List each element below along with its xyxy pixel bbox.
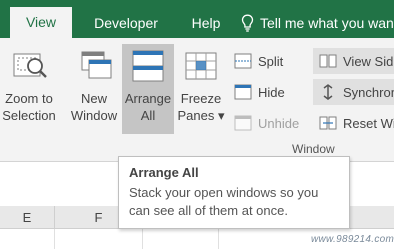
new-window-label-2: Window	[70, 108, 118, 123]
view-side-by-side-label: View Sid	[343, 53, 394, 69]
hide-window-icon	[234, 84, 252, 100]
tab-help[interactable]: Help	[180, 8, 232, 38]
zoom-label-1: Zoom to	[5, 91, 53, 106]
tab-view[interactable]: View	[10, 7, 72, 38]
new-window-label-1: New	[80, 91, 107, 106]
arrange-all-icon	[132, 50, 164, 82]
freeze-panes-label-2: Panes ▾	[177, 108, 225, 123]
unhide-window-icon	[234, 115, 252, 131]
ribbon-view: Zoom to Selection New Window Arrange All	[0, 38, 394, 162]
freeze-panes-label-1: Freeze	[180, 91, 222, 106]
arrange-all-label-2: All	[140, 108, 156, 123]
tell-me-search[interactable]: Tell me what you wan	[241, 8, 394, 38]
grid-cell[interactable]	[55, 229, 143, 249]
arrange-all-label-1: Arrange	[124, 91, 172, 106]
synchronous-scroll-icon	[323, 84, 333, 100]
watermark: www.989214.com	[311, 234, 394, 245]
grid-cell[interactable]	[0, 229, 55, 249]
freeze-panes-button[interactable]: Freeze Panes ▾	[176, 44, 226, 134]
window-group-label: Window	[292, 142, 335, 156]
hide-button[interactable]: Hide	[234, 79, 285, 105]
new-window-icon	[81, 51, 112, 79]
side-by-side-icon	[319, 54, 337, 68]
tell-me-text: Tell me what you wan	[260, 15, 394, 31]
split-label: Split	[258, 53, 284, 69]
ribbon-tab-bar: View Developer Help Tell me what you wan	[0, 0, 394, 38]
synchronous-scrolling-button[interactable]: Synchrono	[313, 79, 394, 105]
lightbulb-icon	[241, 14, 254, 32]
synchronous-label: Synchrono	[343, 84, 394, 100]
tab-developer[interactable]: Developer	[80, 8, 172, 38]
zoom-to-selection-button[interactable]: Zoom to Selection	[0, 44, 58, 134]
view-side-by-side-button[interactable]: View Sid	[313, 48, 394, 74]
reset-window-position-button[interactable]: Reset Wi	[313, 110, 394, 136]
unhide-label: Unhide	[258, 115, 300, 131]
arrange-all-button[interactable]: Arrange All	[122, 44, 174, 134]
split-icon	[234, 53, 252, 69]
tooltip-body: Stack your open windows so you can see a…	[129, 185, 319, 218]
reset-window-label: Reset Wi	[343, 115, 394, 131]
arrange-all-tooltip: Arrange All Stack your open windows so y…	[118, 156, 350, 229]
grid-cell[interactable]	[143, 229, 219, 249]
unhide-button[interactable]: Unhide	[234, 110, 299, 136]
reset-window-icon	[319, 116, 337, 130]
hide-label: Hide	[258, 84, 285, 100]
freeze-panes-icon	[185, 52, 217, 80]
tooltip-title: Arrange All	[129, 165, 199, 180]
zoom-to-selection-icon	[13, 53, 47, 78]
zoom-label-2: Selection	[2, 108, 56, 123]
split-button[interactable]: Split	[234, 48, 283, 74]
column-header-e[interactable]: E	[0, 206, 55, 229]
new-window-button[interactable]: New Window	[66, 44, 122, 134]
